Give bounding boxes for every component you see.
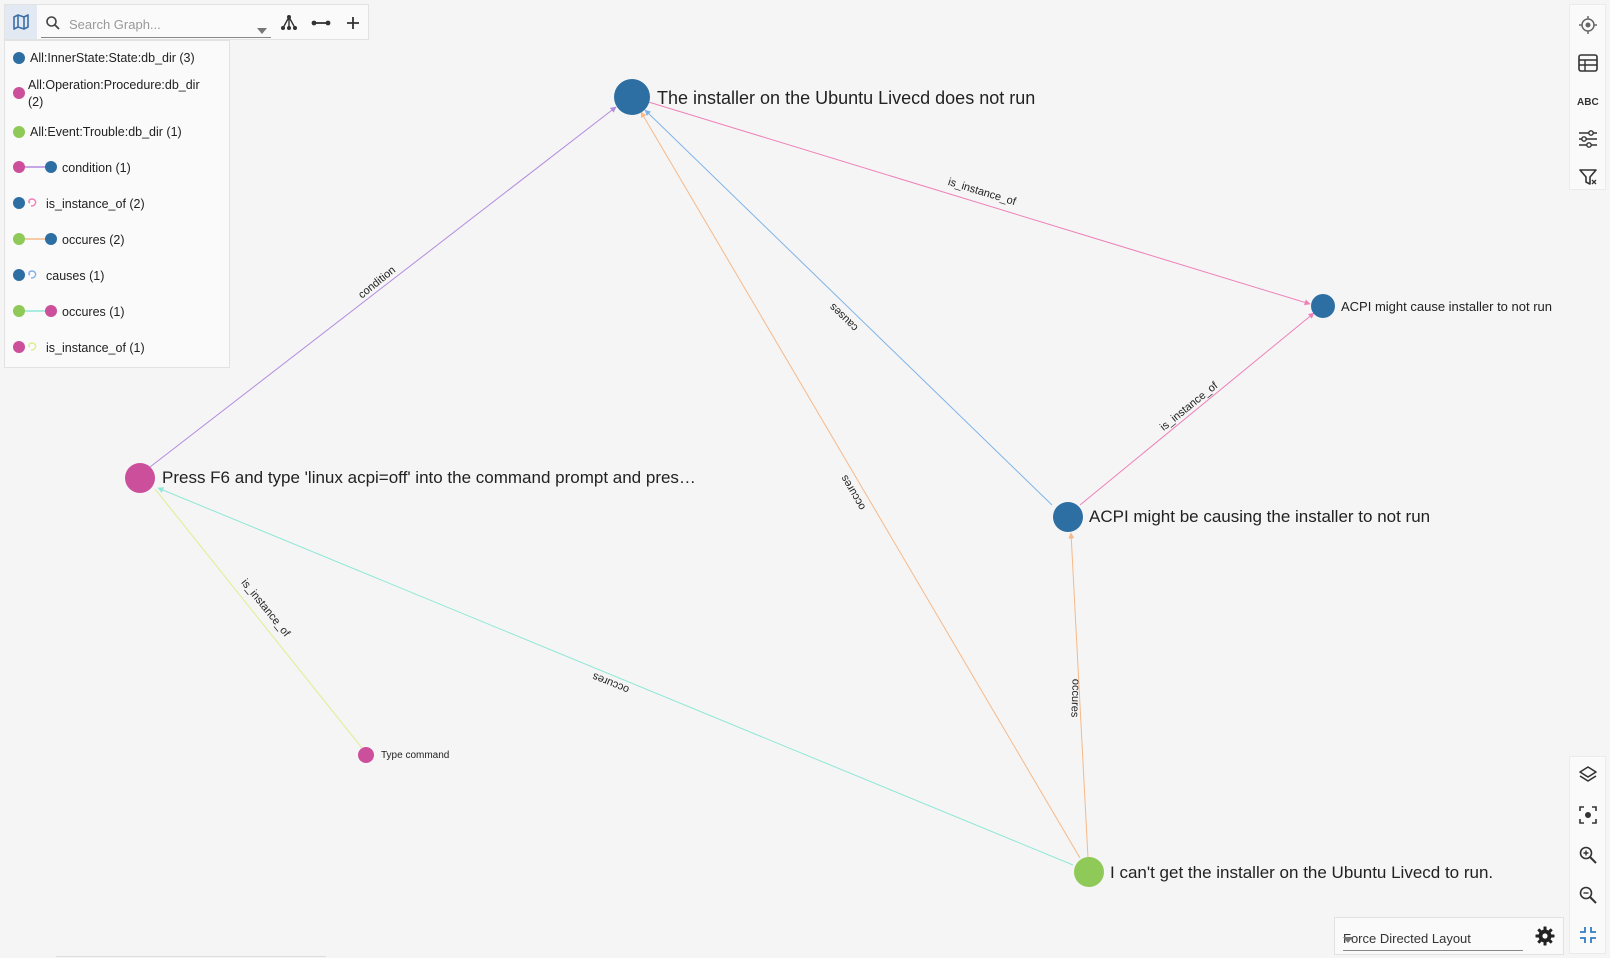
table-icon[interactable] <box>1576 51 1600 75</box>
node-type-swatch <box>13 52 25 64</box>
zoom-out-icon[interactable] <box>1576 883 1600 907</box>
graph-node[interactable]: I can't get the installer on the Ubuntu … <box>1074 857 1493 887</box>
node-type-swatch <box>13 126 25 138</box>
chevron-down-icon[interactable] <box>1343 931 1521 946</box>
node-circle[interactable] <box>125 463 155 493</box>
search-graph-input[interactable] <box>67 13 251 35</box>
node-circle[interactable] <box>358 747 374 763</box>
graph-node[interactable]: Press F6 and type 'linux acpi=off' into … <box>125 463 696 493</box>
edge-label-condition: condition <box>356 264 398 301</box>
search-icon <box>45 15 61 36</box>
edge-type-swatch <box>13 268 41 282</box>
node-label: I can't get the installer on the Ubuntu … <box>1110 863 1493 882</box>
legend-item[interactable]: is_instance_of (2) <box>13 196 145 213</box>
graph-node[interactable]: The installer on the Ubuntu Livecd does … <box>614 79 1035 115</box>
legend-item[interactable]: causes (1) <box>13 268 104 285</box>
edge-type-swatch <box>13 160 57 174</box>
edge-label-occures-right: occures <box>1068 679 1081 718</box>
side-toolbar-bottom <box>1569 756 1606 954</box>
graph-node[interactable]: ACPI might cause installer to not run <box>1311 294 1552 318</box>
graph-toolbar <box>4 4 369 40</box>
layout-panel: Force Directed Layout <box>1334 917 1564 955</box>
legend-label: occures (2) <box>62 233 125 247</box>
graph-canvas[interactable]: condition is_instance_of causes occures … <box>0 0 1610 958</box>
node-label: Press F6 and type 'linux acpi=off' into … <box>162 468 696 487</box>
edge-labels: condition is_instance_of causes occures … <box>239 176 1221 718</box>
edge-label-causes: causes <box>827 300 861 333</box>
layers-icon[interactable] <box>1576 763 1600 787</box>
edge-type-swatch <box>13 304 57 318</box>
node-circle[interactable] <box>614 79 650 115</box>
edge-type-swatch <box>13 340 41 354</box>
edge-occures-long[interactable] <box>157 487 1074 866</box>
node-type-swatch <box>13 87 25 99</box>
legend-label: causes (1) <box>46 269 105 283</box>
filter-icon[interactable] <box>1576 165 1600 189</box>
node-label: ACPI might be causing the installer to n… <box>1089 507 1430 526</box>
edge-icon[interactable] <box>309 11 333 35</box>
edge-occures-mid[interactable] <box>640 111 1081 859</box>
graph-node[interactable]: ACPI might be causing the installer to n… <box>1053 502 1430 532</box>
collapse-icon[interactable] <box>1576 923 1600 947</box>
edge-label-is-instance-of-left: is_instance_of <box>239 577 293 640</box>
layout-select[interactable]: Force Directed Layout <box>1343 928 1523 951</box>
edge-label-occures-long: occures <box>590 670 631 696</box>
locate-icon[interactable] <box>1576 13 1600 37</box>
node-circle[interactable] <box>1311 294 1335 318</box>
legend-item[interactable]: occures (2) <box>13 232 125 249</box>
zoom-in-icon[interactable] <box>1576 843 1600 867</box>
legend-label-count: (2) <box>28 95 44 109</box>
edge-is-instance-of-right[interactable] <box>1079 312 1315 506</box>
edge-label-occures-mid: occures <box>838 472 868 512</box>
node-label: The installer on the Ubuntu Livecd does … <box>657 88 1035 108</box>
legend-label-block: All:Operation:Procedure:db_dir (2) <box>28 77 200 111</box>
sliders-icon[interactable] <box>1576 127 1600 151</box>
edge-is-instance-of-left[interactable] <box>154 488 363 749</box>
edge-type-swatch <box>13 196 41 210</box>
edge-causes[interactable] <box>644 109 1053 506</box>
legend-item[interactable]: All:Operation:Procedure:db_dir (2) <box>13 77 200 111</box>
focus-icon[interactable] <box>1576 803 1600 827</box>
hierarchy-icon[interactable] <box>277 11 301 35</box>
svg-text:ABC: ABC <box>1577 97 1599 107</box>
abc-icon[interactable]: ABC <box>1576 89 1600 113</box>
legend-label: All:Event:Trouble:db_dir (1) <box>30 125 182 139</box>
chevron-down-icon[interactable] <box>257 21 267 39</box>
legend-item[interactable]: All:InnerState:State:db_dir (3) <box>13 50 195 67</box>
legend-item[interactable]: All:Event:Trouble:db_dir (1) <box>13 124 182 141</box>
legend-label: All:Operation:Procedure:db_dir <box>28 78 200 92</box>
legend-item[interactable]: condition (1) <box>13 160 131 177</box>
graph-nodes: The installer on the Ubuntu Livecd does … <box>125 79 1552 887</box>
search-graph-field[interactable] <box>41 11 271 38</box>
legend-label: All:InnerState:State:db_dir (3) <box>30 51 195 65</box>
node-circle[interactable] <box>1053 502 1083 532</box>
divider <box>56 956 326 957</box>
node-circle[interactable] <box>1074 857 1104 887</box>
legend-item[interactable]: occures (1) <box>13 304 125 321</box>
side-toolbar-top: ABC <box>1569 4 1606 190</box>
legend-label: is_instance_of (2) <box>46 197 145 211</box>
legend-label: is_instance_of (1) <box>46 341 145 355</box>
plus-icon[interactable] <box>341 11 365 35</box>
node-label: ACPI might cause installer to not run <box>1341 299 1552 314</box>
edge-label-is-instance-of-right: is_instance_of <box>1158 379 1221 433</box>
map-icon[interactable] <box>5 5 37 39</box>
legend-item[interactable]: is_instance_of (1) <box>13 340 145 357</box>
graph-legend: All:InnerState:State:db_dir (3) All:Oper… <box>4 40 230 368</box>
node-label: Type command <box>381 750 449 761</box>
edge-type-swatch <box>13 232 57 246</box>
edge-is-instance-of-top[interactable] <box>641 99 1311 306</box>
legend-label: occures (1) <box>62 305 125 319</box>
gear-icon[interactable] <box>1535 926 1555 951</box>
graph-node[interactable]: Type command <box>358 747 449 763</box>
legend-label: condition (1) <box>62 161 131 175</box>
